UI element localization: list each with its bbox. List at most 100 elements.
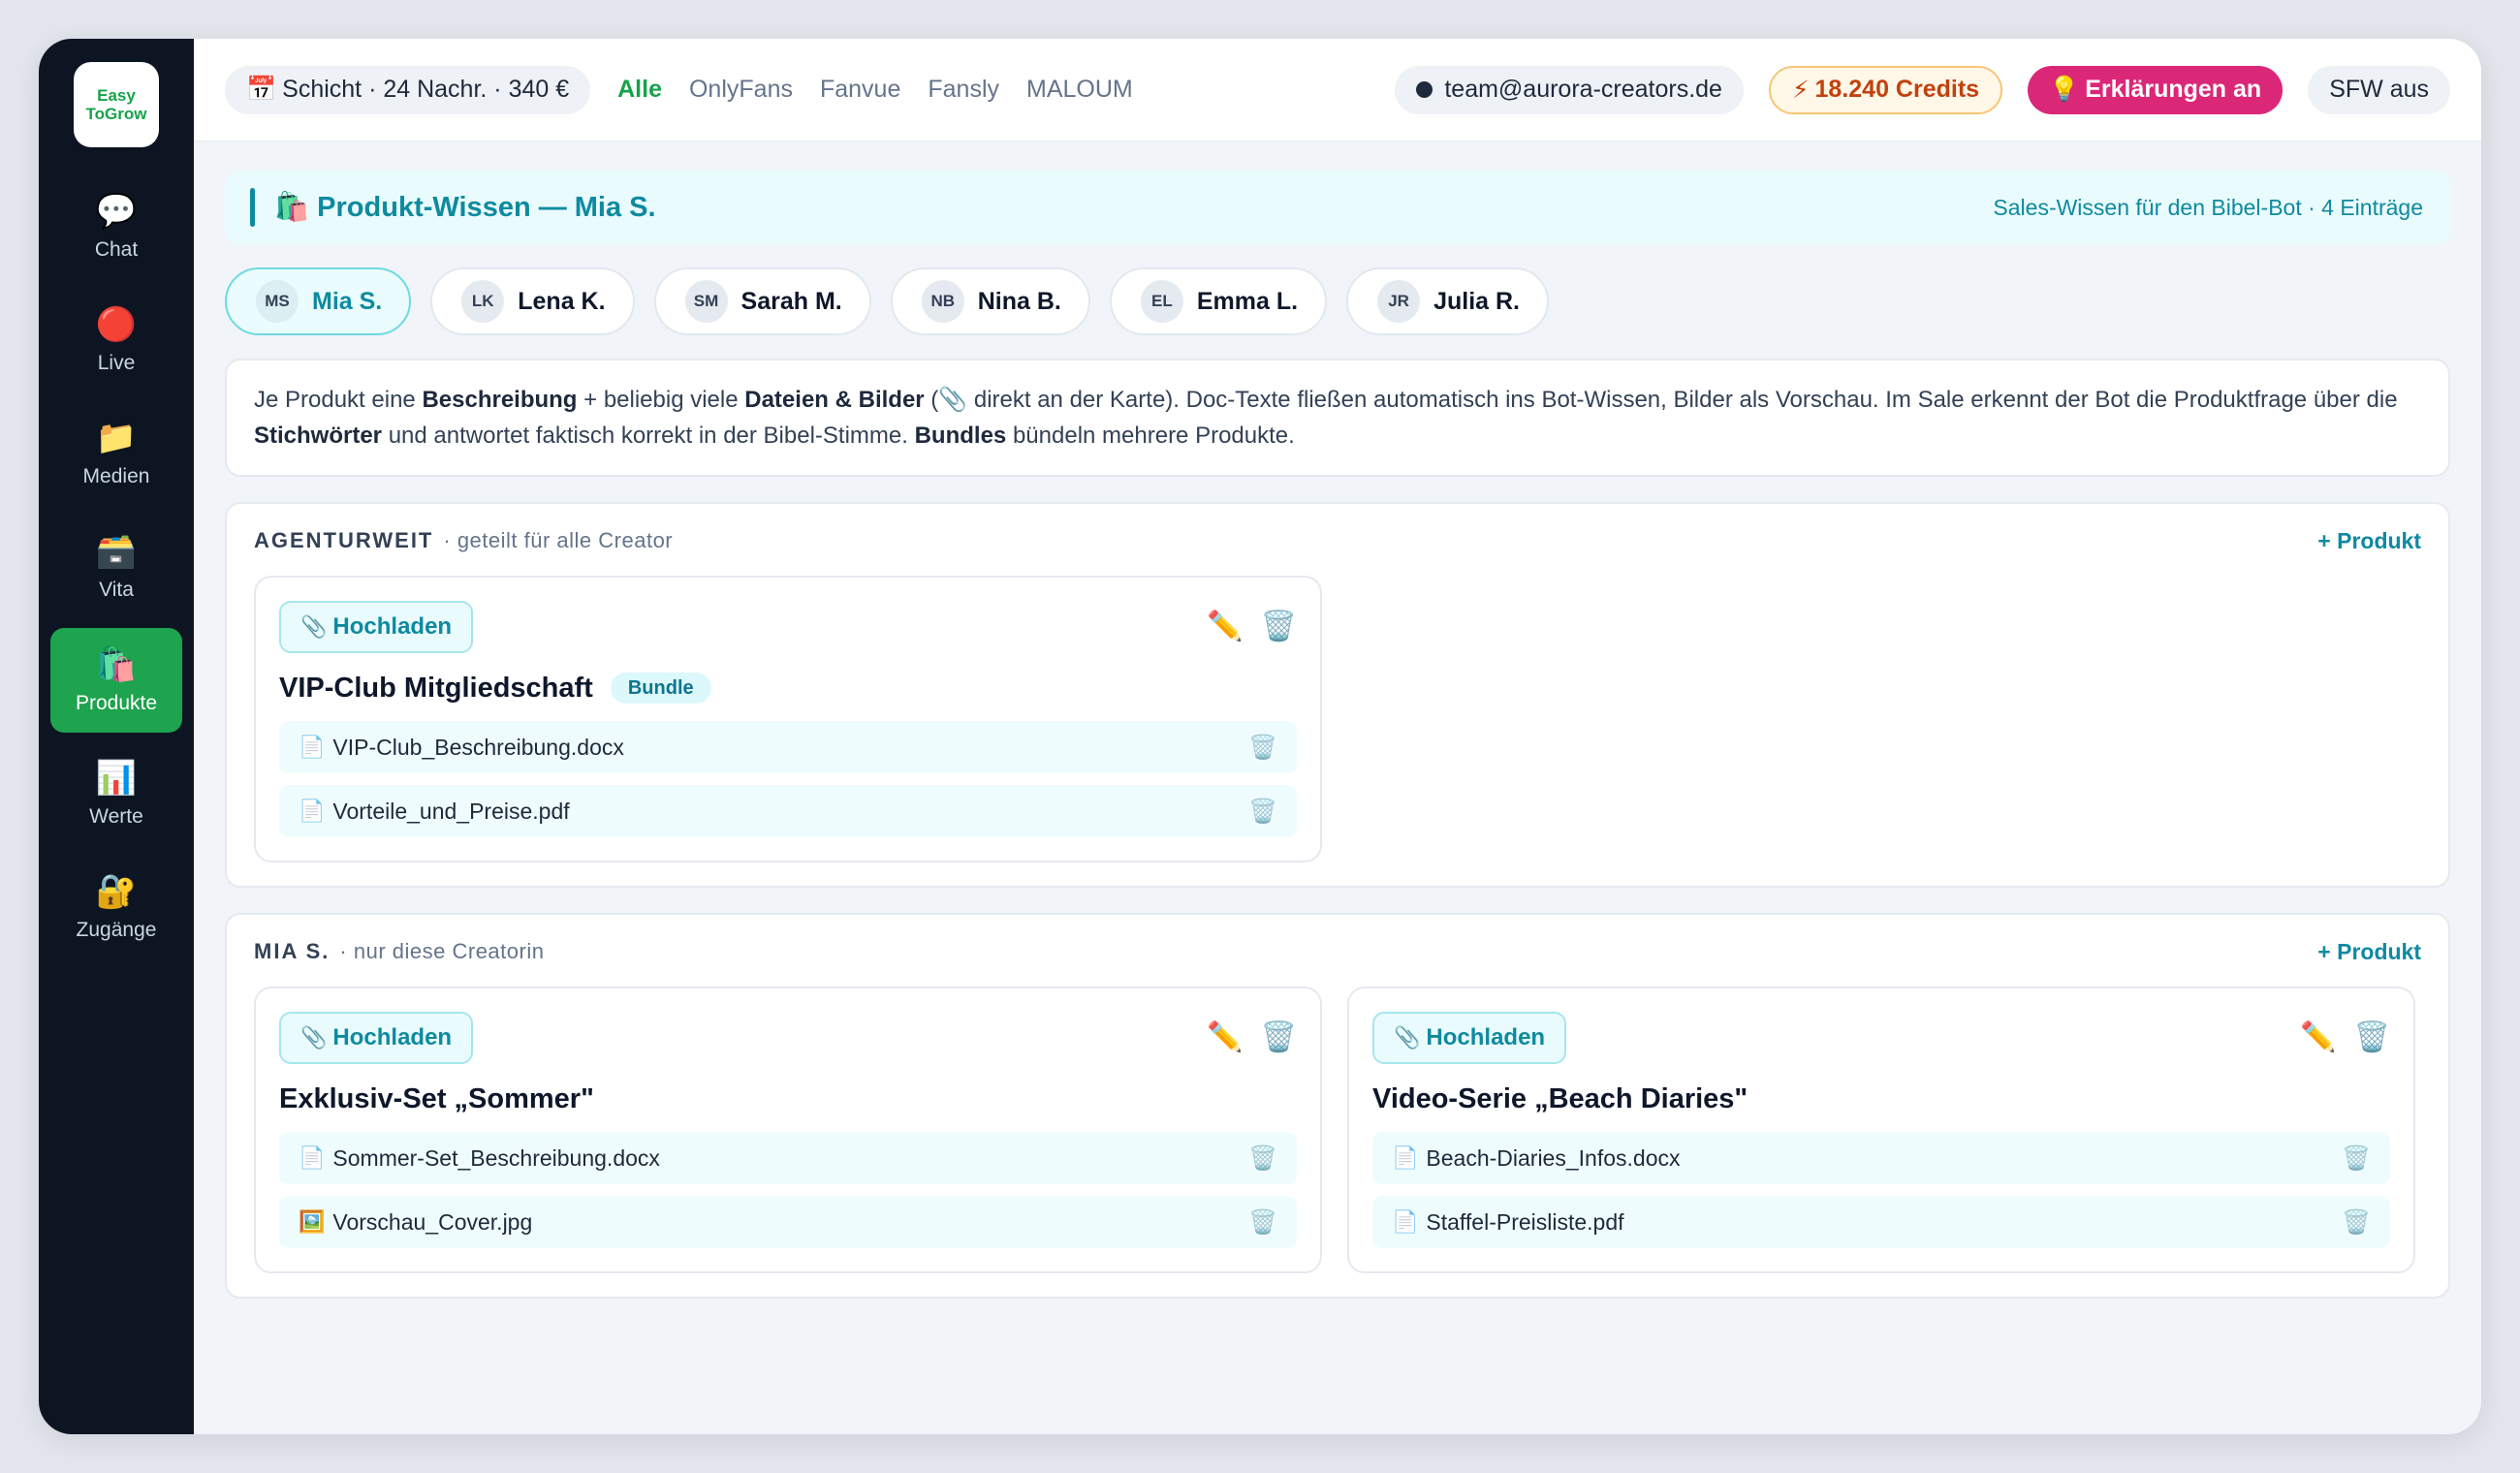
shopping-bags-icon: 🛍️ [95,646,138,683]
sidebar-item-label: Medien [82,465,150,487]
trash-icon[interactable]: 🗑️ [1261,611,1297,643]
creator-name: Sarah M. [740,287,842,315]
file-item[interactable]: 📄 Beach-Diaries_Infos.docx 🗑️ [1372,1132,2390,1184]
upload-label: Hochladen [1426,1024,1546,1050]
credits-chip[interactable]: ⚡ 18.240 Credits [1768,65,2003,114]
paperclip-icon: 📎 [300,1025,328,1050]
avatar: EL [1140,280,1183,323]
sidebar-item-medien[interactable]: 📁 Medien [50,401,182,506]
info-bold: Beschreibung [422,387,578,413]
paperclip-icon: 📎 [300,614,328,639]
trash-icon[interactable]: 🗑️ [1248,734,1277,762]
add-product-button[interactable]: + Produkt [2317,528,2421,554]
sidebar-item-chat[interactable]: 💬 Chat [50,174,182,279]
product-title: Video-Serie „Beach Diaries" [1372,1082,1748,1114]
file-item[interactable]: 📄 Staffel-Preisliste.pdf 🗑️ [1372,1196,2390,1248]
section-header: AGENTURWEIT · geteilt für alle Creator +… [254,525,2421,556]
info-bold: Stichwörter [254,423,383,449]
trash-icon[interactable]: 🗑️ [1248,1208,1277,1237]
account-email: team@aurora-creators.de [1444,76,1722,103]
platform-filter-maloum[interactable]: MALOUM [1026,76,1133,104]
platform-filter-fansly[interactable]: Fansly [928,76,999,104]
sidebar-item-werte[interactable]: 📊 Werte [50,741,182,846]
status-dot-icon [1416,81,1433,98]
document-icon: 📄 [1392,1145,1419,1170]
sfw-toggle-button[interactable]: SFW aus [2308,65,2450,114]
info-text: bündeln mehrere Produkte. [1006,423,1295,449]
sidebar-item-vita[interactable]: 🗃️ Vita [50,515,182,619]
document-icon: 📄 [299,1145,326,1170]
section-title: AGENTURWEIT [254,528,434,552]
app-window: Easy ToGrow 💬 Chat 🔴 Live 📁 Medien 🗃️ Vi… [39,39,2481,1434]
pencil-icon[interactable]: ✏️ [1207,1021,1243,1054]
creator-tab-sarah[interactable]: SM Sarah M. [653,267,871,335]
explanations-label: Erklärungen an [2085,76,2262,103]
product-title: Exklusiv-Set „Sommer" [279,1082,594,1114]
trash-icon[interactable]: 🗑️ [1261,1021,1297,1054]
shift-summary-chip[interactable]: 📅 Schicht · 24 Nachr. · 340 € [225,65,591,114]
document-icon: 📄 [299,735,326,759]
credits-text: 18.240 Credits [1814,76,1980,103]
info-text: und antwortet faktisch korrekt in der Bi… [382,423,915,449]
creator-tab-mia[interactable]: MS Mia S. [225,267,412,335]
creator-tab-lena[interactable]: LK Lena K. [430,267,635,335]
image-icon: 🖼️ [299,1209,326,1234]
creator-tab-nina[interactable]: NB Nina B. [890,267,1090,335]
page-title-text: Produkt-Wissen — Mia S. [317,192,656,223]
creator-tabs: MS Mia S. LK Lena K. SM Sarah M. NB Nina… [225,267,2450,335]
creator-name: Nina B. [977,287,1061,315]
platform-filter-onlyfans[interactable]: OnlyFans [689,76,793,104]
creator-tab-emma[interactable]: EL Emma L. [1109,267,1328,335]
pencil-icon[interactable]: ✏️ [1207,611,1243,643]
sidebar-item-label: Zugänge [76,919,157,941]
sidebar-item-zugaenge[interactable]: 🔐 Zugänge [50,855,182,959]
upload-button[interactable]: 📎 Hochladen [279,601,474,653]
section-subtitle: · geteilt für alle Creator [443,528,674,552]
file-item[interactable]: 📄 Vorteile_und_Preise.pdf 🗑️ [279,785,1297,837]
info-bold: Dateien & Bilder [744,387,925,413]
trash-icon[interactable]: 🗑️ [1248,798,1277,826]
section-subtitle: · nur diese Creatorin [339,939,545,963]
sidebar-item-produkte[interactable]: 🛍️ Produkte [50,628,182,733]
main-area: 📅 Schicht · 24 Nachr. · 340 € Alle OnlyF… [194,39,2481,1434]
sidebar-item-label: Werte [89,805,143,828]
file-item[interactable]: 📄 Sommer-Set_Beschreibung.docx 🗑️ [279,1132,1297,1184]
product-title: VIP-Club Mitgliedschaft [279,672,593,704]
explanations-toggle-button[interactable]: 💡 Erklärungen an [2028,65,2284,114]
accent-bar [250,188,255,227]
sidebar-item-live[interactable]: 🔴 Live [50,288,182,392]
product-card: 📎 Hochladen ✏️ 🗑️ VIP-Club Mitgliedschaf… [254,576,1322,862]
platform-filter-alle[interactable]: Alle [617,76,662,104]
upload-button[interactable]: 📎 Hochladen [279,1012,474,1064]
creator-name: Lena K. [518,287,606,315]
paperclip-icon: 📎 [1394,1025,1421,1050]
page-title: 🛍️ Produkt-Wissen — Mia S. [274,191,656,224]
product-card: 📎 Hochladen ✏️ 🗑️ Video-Serie „Beach Dia… [1347,987,2415,1273]
sfw-label: SFW aus [2329,76,2429,103]
folder-icon: 📁 [95,420,138,456]
trash-icon[interactable]: 🗑️ [2354,1021,2390,1054]
file-name: Sommer-Set_Beschreibung.docx [332,1144,660,1171]
file-item[interactable]: 📄 VIP-Club_Beschreibung.docx 🗑️ [279,721,1297,773]
avatar: JR [1377,280,1421,323]
creator-name: Emma L. [1196,287,1299,315]
avatar: SM [684,280,728,323]
sidebar-item-label: Produkte [75,692,158,714]
trash-icon[interactable]: 🗑️ [1248,1144,1277,1173]
app-logo[interactable]: Easy ToGrow [74,62,159,147]
creator-tab-julia[interactable]: JR Julia R. [1346,267,1549,335]
platform-filter-fanvue[interactable]: Fanvue [820,76,900,104]
lock-key-icon: 🔐 [95,873,138,910]
shift-summary-text: Schicht · 24 Nachr. · 340 € [282,76,570,103]
account-email-chip[interactable]: team@aurora-creators.de [1395,65,1744,114]
trash-icon[interactable]: 🗑️ [2342,1144,2371,1173]
pencil-icon[interactable]: ✏️ [2300,1021,2336,1054]
live-dot-icon: 🔴 [95,306,138,343]
logo-line-1: Easy [97,86,136,105]
add-product-button[interactable]: + Produkt [2317,939,2421,965]
file-item[interactable]: 🖼️ Vorschau_Cover.jpg 🗑️ [279,1196,1297,1248]
file-name: Vorschau_Cover.jpg [332,1208,533,1235]
upload-button[interactable]: 📎 Hochladen [1372,1012,1567,1064]
trash-icon[interactable]: 🗑️ [2342,1208,2371,1237]
section-header: MIA S. · nur diese Creatorin + Produkt [254,936,2421,967]
